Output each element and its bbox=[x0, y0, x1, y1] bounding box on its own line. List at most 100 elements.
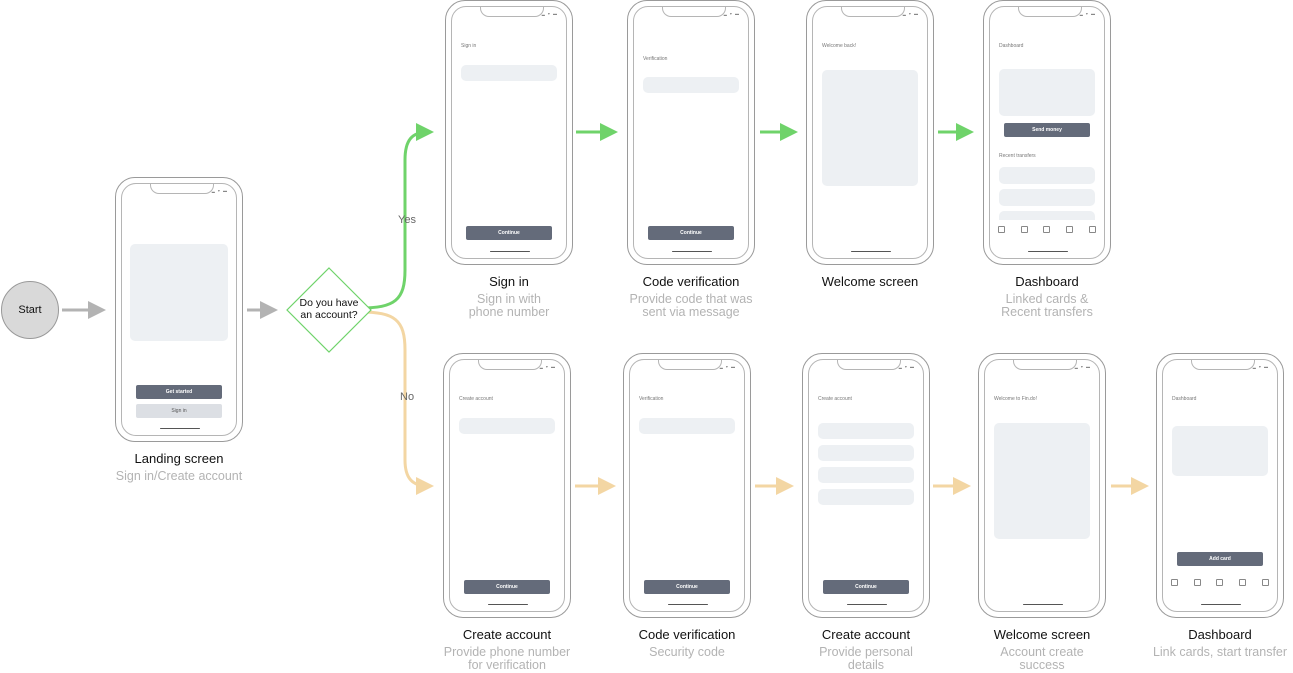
tab-icon bbox=[997, 225, 1005, 233]
input-field bbox=[461, 65, 557, 81]
tab-icon bbox=[1043, 225, 1051, 233]
caption-title: Code verification bbox=[638, 627, 736, 642]
continuebutton[interactable]: Continue bbox=[648, 226, 734, 240]
status-bar-icons: ▂ ▾ ▬ bbox=[902, 11, 919, 16]
caption-line: success bbox=[1019, 658, 1065, 672]
phone-caption: Welcome screen Account create success bbox=[942, 627, 1142, 672]
home-indicator bbox=[1028, 250, 1068, 252]
input-field bbox=[818, 489, 914, 505]
image-placeholder bbox=[999, 69, 1095, 116]
phone-screen: ▂ ▾ ▬ Welcome back! bbox=[812, 6, 928, 259]
home-indicator bbox=[668, 603, 708, 605]
caption-line: Provide code that was bbox=[629, 292, 753, 306]
get-startedbutton[interactable]: Get started bbox=[136, 385, 222, 399]
status-bar-icons: ▂ ▾ ▬ bbox=[1074, 364, 1091, 369]
image-placeholder bbox=[130, 244, 228, 341]
phone-screen: ▂ ▾ ▬ Sign in Continue bbox=[451, 6, 567, 259]
screen-title: Dashboard bbox=[999, 43, 1024, 49]
status-bar-icons: ▂ ▾ ▬ bbox=[719, 364, 736, 369]
continuebutton[interactable]: Continue bbox=[644, 580, 730, 594]
caption-title: Code verification bbox=[642, 274, 740, 289]
caption-line: Provide personal bbox=[819, 645, 913, 659]
tab-icon bbox=[1020, 225, 1028, 233]
continuebutton[interactable]: Continue bbox=[466, 226, 552, 240]
section-title: Recent transfers bbox=[999, 153, 1036, 159]
caption-line: Provide phone number bbox=[443, 645, 571, 659]
caption-line: sent via message bbox=[642, 305, 740, 319]
status-bar-icons: ▂ ▾ ▬ bbox=[1252, 364, 1269, 369]
phone-screen: ▂ ▾ ▬ Dashboard Add card bbox=[1162, 359, 1278, 612]
home-indicator bbox=[851, 250, 891, 252]
phone-notch bbox=[658, 360, 722, 370]
input-field bbox=[643, 77, 739, 93]
tab-icon bbox=[1089, 225, 1097, 233]
caption-line: Sign in with bbox=[477, 292, 541, 306]
send-moneybutton[interactable]: Send money bbox=[1004, 123, 1090, 137]
phone-create2: ▂ ▾ ▬ Create account Continue bbox=[802, 353, 930, 618]
caption-line: Security code bbox=[649, 645, 725, 659]
caption-line: Account create bbox=[1000, 645, 1084, 659]
decision-node: Do you have an account? bbox=[288, 269, 370, 351]
image-placeholder bbox=[994, 423, 1090, 539]
screen-title: Verification bbox=[643, 56, 668, 62]
input-field bbox=[459, 418, 555, 434]
phone-notch bbox=[662, 7, 726, 17]
phone-caption: Code verification Security code bbox=[587, 627, 787, 659]
caption-line: details bbox=[847, 658, 885, 672]
tab-icon bbox=[1066, 225, 1074, 233]
phone-notch bbox=[1013, 360, 1077, 370]
caption-subtitle: Linked cards & Recent transfers bbox=[947, 293, 1147, 319]
sign-inbutton[interactable]: Sign in bbox=[136, 404, 222, 418]
phone-screen: ▂ ▾ ▬ Get started Sign in bbox=[121, 183, 237, 436]
start-label: Start bbox=[18, 304, 42, 316]
status-bar-icons: ▂ ▾ ▬ bbox=[211, 188, 228, 193]
input-field bbox=[818, 423, 914, 439]
phone-notch bbox=[1018, 7, 1082, 17]
phone-caption: Code verification Provide code that was se… bbox=[591, 274, 791, 319]
arrow-no-branch bbox=[359, 310, 434, 495]
home-indicator bbox=[488, 603, 528, 605]
caption-subtitle: Provide phone number for verification bbox=[407, 646, 607, 672]
phone-verify2: ▂ ▾ ▬ Verification Continue bbox=[623, 353, 751, 618]
status-bar-icons: ▂ ▾ ▬ bbox=[723, 11, 740, 16]
screen-title: Create account bbox=[459, 396, 493, 402]
phone-caption: Sign in Sign in with phone number bbox=[409, 274, 609, 319]
screen-title: Sign in bbox=[461, 43, 477, 49]
tab-icon bbox=[1170, 578, 1178, 586]
phone-caption: Welcome screen bbox=[770, 274, 970, 293]
tab-bar bbox=[1163, 573, 1277, 591]
decision-question-line2: an account? bbox=[300, 309, 358, 321]
tab-icon bbox=[1239, 578, 1247, 586]
caption-subtitle: Link cards, start transfer bbox=[1120, 646, 1293, 659]
screen-title: Create account bbox=[818, 396, 852, 402]
caption-line: Recent transfers bbox=[1001, 305, 1093, 319]
status-bar-icons: ▂ ▾ ▬ bbox=[539, 364, 556, 369]
no-edge-label: No bbox=[400, 391, 415, 403]
caption-title: Create account bbox=[821, 627, 911, 642]
phone-notch bbox=[1191, 360, 1255, 370]
phone-caption: Create account Provide personal details bbox=[766, 627, 966, 672]
status-bar-icons: ▂ ▾ ▬ bbox=[1079, 11, 1096, 16]
phone-screen: ▂ ▾ ▬ Create account Continue bbox=[449, 359, 565, 612]
phone-notch bbox=[480, 7, 544, 17]
phone-create1: ▂ ▾ ▬ Create account Continue bbox=[443, 353, 571, 618]
caption-line: Link cards, start transfer bbox=[1152, 645, 1288, 659]
phone-dash1: ▂ ▾ ▬ Dashboard Send money Recent transfers bbox=[983, 0, 1111, 265]
start-node: Start bbox=[1, 281, 59, 339]
phone-welcome2: ▂ ▾ ▬ Welcome to Fin.do! bbox=[978, 353, 1106, 618]
continuebutton[interactable]: Continue bbox=[464, 580, 550, 594]
input-field bbox=[818, 445, 914, 461]
screen-title: Verification bbox=[639, 396, 664, 402]
yes-edge-label: Yes bbox=[398, 214, 416, 226]
decision-question-line1: Do you have bbox=[299, 297, 359, 309]
caption-line: Sign in/Create account bbox=[115, 469, 243, 483]
caption-subtitle: Account create success bbox=[942, 646, 1142, 672]
continuebutton[interactable]: Continue bbox=[823, 580, 909, 594]
tab-icon bbox=[1262, 578, 1270, 586]
phone-caption: Create account Provide phone number for ve… bbox=[407, 627, 607, 672]
caption-subtitle: Sign in/Create account bbox=[79, 470, 279, 483]
phone-screen: ▂ ▾ ▬ Verification Continue bbox=[629, 359, 745, 612]
add-cardbutton[interactable]: Add card bbox=[1177, 552, 1263, 566]
caption-title: Dashboard bbox=[1188, 627, 1252, 642]
home-indicator bbox=[490, 250, 530, 252]
